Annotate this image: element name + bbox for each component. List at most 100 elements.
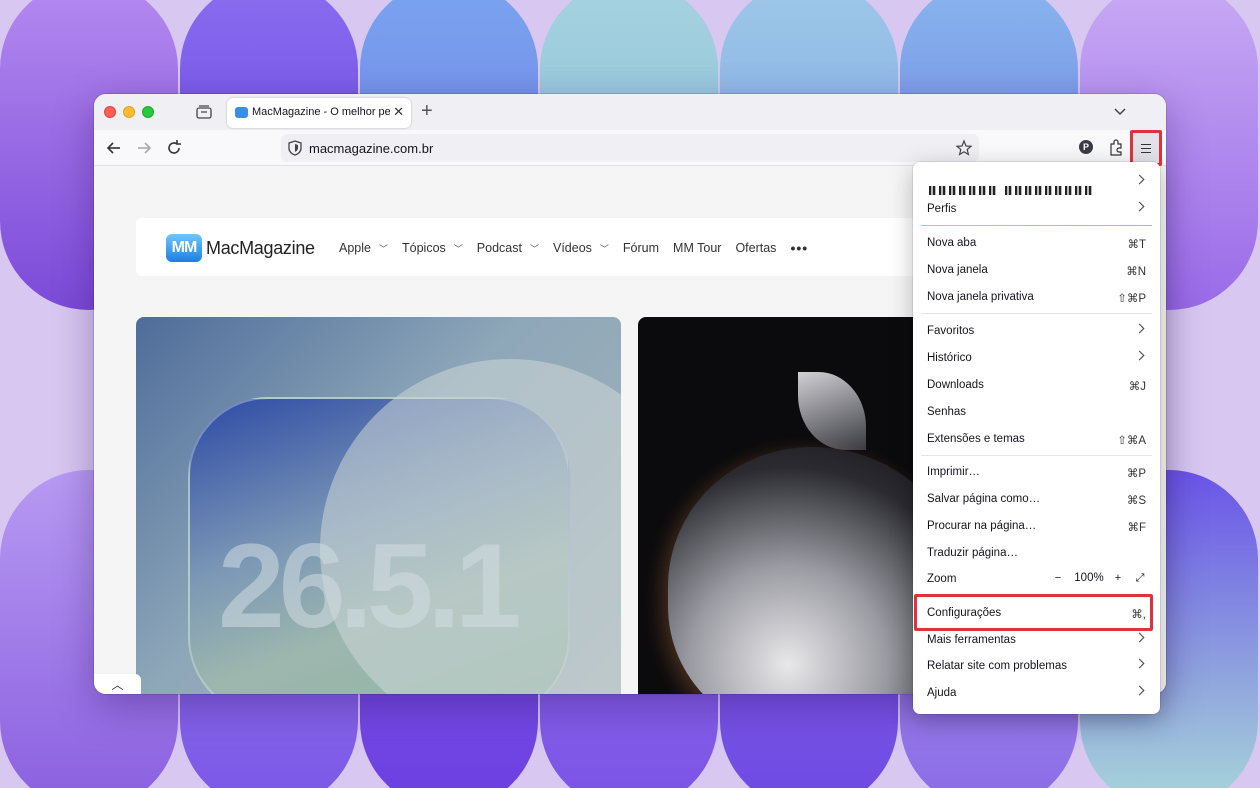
menu-item-extensoes[interactable]: Extensões e temas ⇧⌘A xyxy=(913,426,1160,453)
menu-label: Imprimir… xyxy=(927,466,981,478)
menu-label: Nova janela privativa xyxy=(927,291,1034,303)
menu-label: Nova aba xyxy=(927,237,977,249)
nav-label: Tópicos xyxy=(402,241,446,255)
menu-label: Nova janela xyxy=(927,264,988,276)
chevron-right-icon xyxy=(1134,658,1145,669)
zoom-level[interactable]: 100% xyxy=(1074,572,1104,584)
zoom-in-button[interactable]: + xyxy=(1112,572,1124,584)
menu-separator xyxy=(921,313,1152,314)
menu-item-mais-ferramentas[interactable]: Mais ferramentas xyxy=(913,627,1160,654)
menu-item-downloads[interactable]: Downloads ⌘J xyxy=(913,372,1160,399)
nav-item-topicos[interactable]: Tópicos ﹀ xyxy=(402,241,463,255)
article-card-apple-event[interactable] xyxy=(638,317,928,694)
nav-item-videos[interactable]: Vídeos ﹀ xyxy=(553,241,609,255)
extensions-puzzle-icon[interactable] xyxy=(1108,139,1124,156)
nav-item-apple[interactable]: Apple ﹀ xyxy=(339,241,388,255)
menu-item-salvar-pagina[interactable]: Salvar página como… ⌘S xyxy=(913,486,1160,513)
menu-shortcut: ⇧⌘A xyxy=(1117,435,1146,447)
menu-label: Senhas xyxy=(927,406,967,418)
app-menu-button[interactable] xyxy=(1130,130,1162,166)
menu-item-nova-aba[interactable]: Nova aba ⌘T xyxy=(913,230,1160,257)
new-tab-button[interactable]: + xyxy=(421,100,433,122)
nav-label: Apple xyxy=(339,241,371,255)
apple-leaf-artwork xyxy=(798,372,866,450)
scroll-to-top-button[interactable]: ︿ xyxy=(94,674,141,694)
menu-item-imprimir[interactable]: Imprimir… ⌘P xyxy=(913,459,1160,486)
close-tab-icon[interactable]: ✕ xyxy=(393,104,404,120)
nav-item-forum[interactable]: Fórum xyxy=(623,241,659,255)
menu-shortcut: ⌘T xyxy=(1127,239,1146,251)
chevron-right-icon xyxy=(1134,350,1145,361)
menu-item-favoritos[interactable]: Favoritos xyxy=(913,318,1160,345)
fullscreen-icon[interactable]: ⤢ xyxy=(1134,572,1146,584)
nav-label: Ofertas xyxy=(735,241,777,255)
nav-item-mm-tour[interactable]: MM Tour xyxy=(673,241,721,255)
menu-item-traduzir[interactable]: Traduzir página… xyxy=(913,540,1160,567)
site-logo-text[interactable]: MacMagazine xyxy=(206,238,315,259)
menu-label: Extensões e temas xyxy=(927,433,1025,445)
nav-label: Podcast xyxy=(476,241,522,255)
chevron-right-icon xyxy=(1134,201,1145,212)
bookmark-star-icon[interactable] xyxy=(955,139,973,157)
address-bar[interactable]: macmagazine.com.br xyxy=(281,134,979,162)
menu-item-nova-janela-privativa[interactable]: Nova janela privativa ⇧⌘P xyxy=(913,284,1160,311)
chevron-down-icon: ﹀ xyxy=(599,243,609,254)
menu-item-senhas[interactable]: Senhas xyxy=(913,399,1160,426)
blurred-account-name xyxy=(929,186,1092,195)
active-tab[interactable]: MacMagazine - O melhor pedaço ✕ xyxy=(227,98,411,128)
tab-bar: MacMagazine - O melhor pedaço ✕ + xyxy=(94,94,1166,130)
close-window-button[interactable] xyxy=(104,106,116,118)
chevron-down-icon: ﹀ xyxy=(529,243,539,254)
more-icon[interactable]: ••• xyxy=(790,240,808,256)
menu-item-nova-janela[interactable]: Nova janela ⌘N xyxy=(913,257,1160,284)
menu-shortcut: ⌘J xyxy=(1128,381,1146,393)
menu-label: Perfis xyxy=(927,203,957,215)
site-navigation: Apple ﹀ Tópicos ﹀ Podcast ﹀ Vídeos ﹀ Fórum M… xyxy=(339,240,822,256)
chevron-down-icon: ﹀ xyxy=(378,243,388,254)
menu-label: Relatar site com problemas xyxy=(927,660,1067,672)
nav-label: Fórum xyxy=(622,241,660,255)
nav-item-podcast[interactable]: Podcast ﹀ xyxy=(477,241,539,255)
minimize-window-button[interactable] xyxy=(123,106,135,118)
menu-label: Configurações xyxy=(927,607,1002,619)
macmagazine-logo-icon[interactable]: MM xyxy=(166,234,202,262)
menu-label: Histórico xyxy=(927,352,972,364)
menu-label: Salvar página como… xyxy=(927,493,1041,505)
macmagazine-favicon-icon xyxy=(235,107,248,118)
shield-icon[interactable] xyxy=(288,140,302,156)
menu-label: Traduzir página… xyxy=(927,547,1018,559)
menu-shortcut: ⌘P xyxy=(1126,468,1146,480)
zoom-out-button[interactable]: − xyxy=(1052,572,1064,584)
forward-arrow-icon[interactable] xyxy=(134,138,154,158)
menu-item-ajuda[interactable]: Ajuda xyxy=(913,680,1160,707)
chevron-right-icon xyxy=(1134,632,1145,643)
chevron-right-icon xyxy=(1134,323,1145,334)
tab-list-icon[interactable] xyxy=(195,104,213,120)
menu-item-historico[interactable]: Histórico xyxy=(913,345,1160,372)
menu-item-configuracoes[interactable]: Configurações ⌘, xyxy=(913,600,1160,627)
zoom-window-button[interactable] xyxy=(142,106,154,118)
app-menu-panel: Perfis Nova aba ⌘T Nova janela ⌘N Nova j… xyxy=(913,162,1160,714)
nav-item-ofertas[interactable]: Ofertas xyxy=(735,241,776,255)
article-card-ios-update[interactable]: 26.5.1 xyxy=(136,317,621,694)
apple-logo-artwork xyxy=(668,447,928,694)
menu-item-account[interactable] xyxy=(913,169,1160,196)
chevron-right-icon xyxy=(1134,685,1145,696)
menu-item-procurar[interactable]: Procurar na página… ⌘F xyxy=(913,513,1160,540)
menu-shortcut: ⌘F xyxy=(1127,522,1146,534)
url-text[interactable]: macmagazine.com.br xyxy=(309,141,433,156)
back-arrow-icon[interactable] xyxy=(104,138,124,158)
profile-avatar-icon[interactable]: P xyxy=(1079,140,1093,154)
site-header: MM MacMagazine Apple ﹀ Tópicos ﹀ Podcast ﹀ … xyxy=(136,218,966,276)
menu-label: Ajuda xyxy=(927,687,957,699)
version-number: 26.5.1 xyxy=(218,519,522,653)
chevron-down-icon[interactable] xyxy=(1112,103,1128,119)
menu-item-perfis[interactable]: Perfis xyxy=(913,196,1160,223)
nav-label: MM Tour xyxy=(673,241,722,255)
reload-icon[interactable] xyxy=(164,138,184,158)
nav-label: Vídeos xyxy=(552,241,592,255)
menu-shortcut: ⌘N xyxy=(1126,266,1146,278)
menu-item-relatar-site[interactable]: Relatar site com problemas xyxy=(913,653,1160,680)
menu-item-zoom: Zoom − 100% + ⤢ xyxy=(913,566,1160,593)
menu-label: Procurar na página… xyxy=(927,520,1037,532)
